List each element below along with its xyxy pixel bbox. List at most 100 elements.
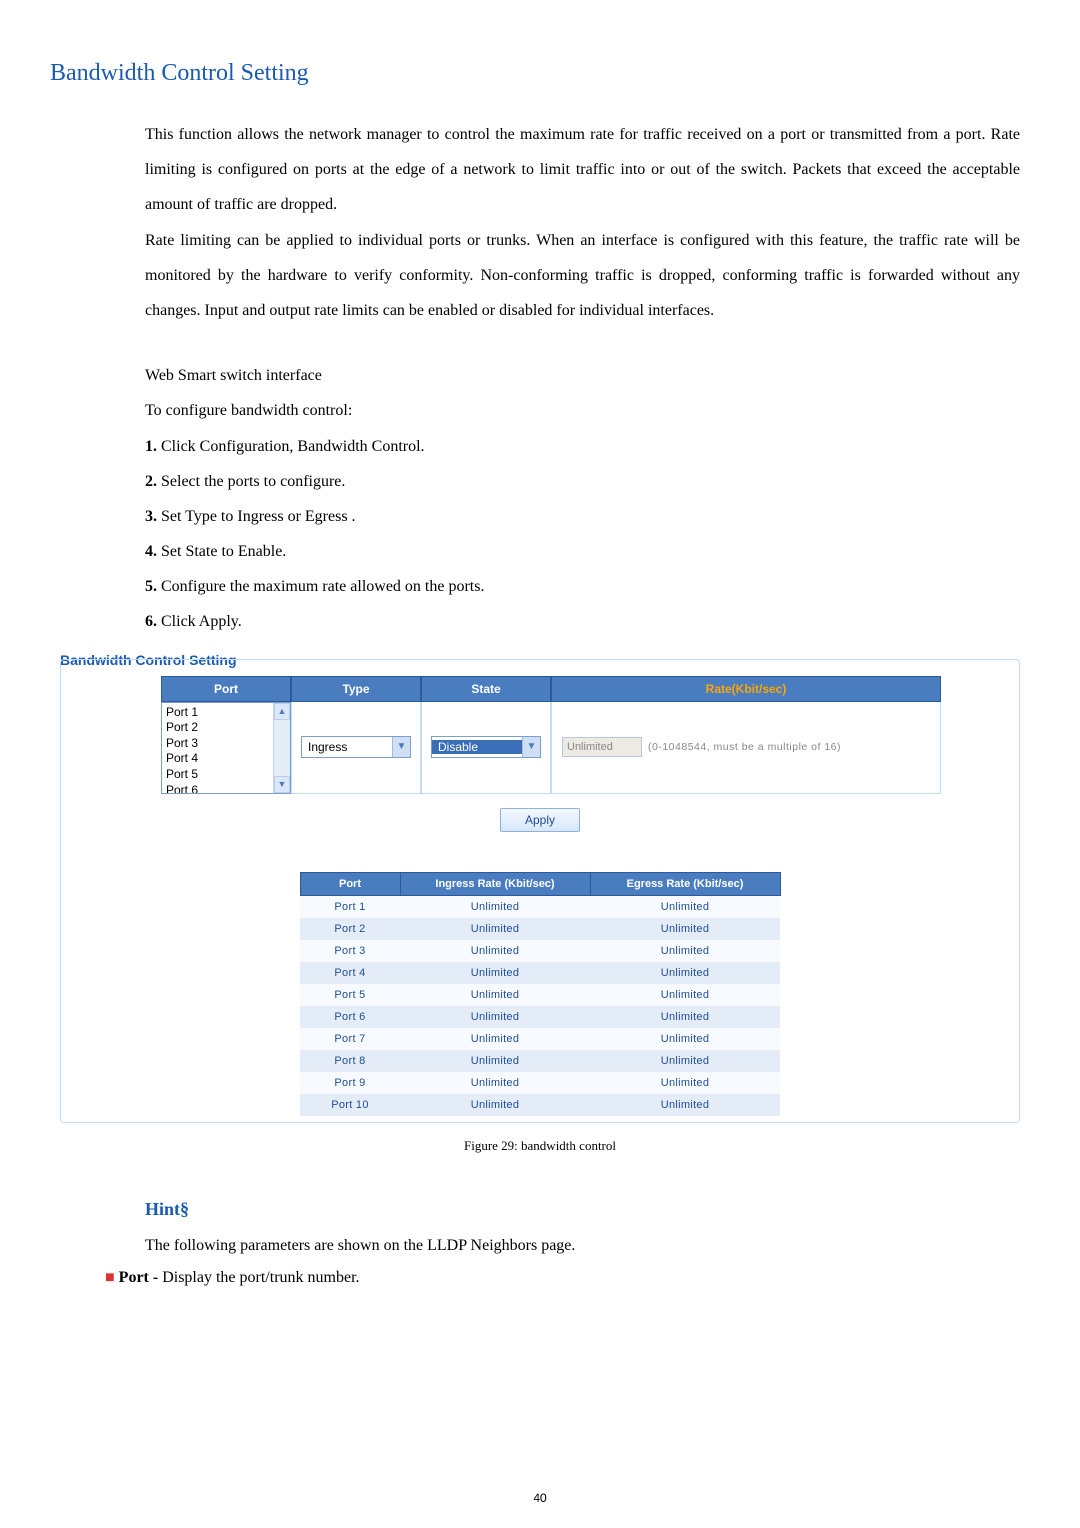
type-select[interactable]: Ingress ▼ [301,736,411,758]
cell-egress: Unlimited [590,895,780,918]
state-select[interactable]: Disable ▼ [431,736,541,758]
header-state: State [421,676,551,702]
cell-egress: Unlimited [590,1006,780,1028]
table-row: Port 5UnlimitedUnlimited [300,984,780,1006]
control-header-row: Port Type State Rate(Kbit/sec) [161,676,1019,702]
step-5-text: Configure the maximum rate allowed on th… [157,578,484,595]
cell-port: Port 10 [300,1094,400,1116]
rate-table-header-port: Port [300,872,400,895]
step-1-text: Click Configuration, Bandwidth Control. [157,438,425,455]
table-row: Port 4UnlimitedUnlimited [300,962,780,984]
step-1: 1. Click Configuration, Bandwidth Contro… [145,429,1020,464]
chevron-down-icon[interactable]: ▼ [392,737,410,757]
state-select-cell: Disable ▼ [421,702,551,794]
scroll-up-icon[interactable]: ▲ [274,703,290,720]
cell-egress: Unlimited [590,1072,780,1094]
port-multiselect[interactable]: Port 1 Port 2 Port 3 Port 4 Port 5 Port … [161,702,291,794]
hint-bullet-label: Port - [119,1269,163,1286]
header-type: Type [291,676,421,702]
cell-port: Port 8 [300,1050,400,1072]
cell-ingress: Unlimited [400,1072,590,1094]
step-4-num: 4. [145,543,157,560]
cell-port: Port 7 [300,1028,400,1050]
web-interface-line: Web Smart switch interface [145,358,1020,393]
figure-caption: Figure 29: bandwidth control [50,1138,1030,1154]
cell-egress: Unlimited [590,940,780,962]
step-1-num: 1. [145,438,157,455]
header-port: Port [161,676,291,702]
step-2-text: Select the ports to configure. [157,473,345,490]
page-number: 40 [0,1491,1080,1506]
cell-egress: Unlimited [590,1094,780,1116]
bandwidth-control-panel: Port Type State Rate(Kbit/sec) Port 1 Po… [60,659,1020,1123]
cell-ingress: Unlimited [400,1028,590,1050]
apply-button[interactable]: Apply [500,808,580,832]
config-intro-line: To configure bandwidth control: [145,393,1020,428]
cell-ingress: Unlimited [400,962,590,984]
cell-port: Port 6 [300,1006,400,1028]
rate-cell: (0-1048544, must be a multiple of 16) [551,702,941,794]
table-row: Port 8UnlimitedUnlimited [300,1050,780,1072]
step-2: 2. Select the ports to configure. [145,464,1020,499]
step-6: 6. Click Apply. [145,604,1020,639]
table-row: Port 10UnlimitedUnlimited [300,1094,780,1116]
control-input-row: Port 1 Port 2 Port 3 Port 4 Port 5 Port … [161,702,1019,794]
paragraph-1: This function allows the network manager… [145,117,1020,223]
cell-ingress: Unlimited [400,1094,590,1116]
port-option[interactable]: Port 1 [166,705,269,721]
cell-egress: Unlimited [590,1050,780,1072]
rate-table-header-ingress: Ingress Rate (Kbit/sec) [400,872,590,895]
cell-ingress: Unlimited [400,895,590,918]
step-2-num: 2. [145,473,157,490]
cell-port: Port 2 [300,918,400,940]
table-row: Port 9UnlimitedUnlimited [300,1072,780,1094]
bullet-icon: ■ [105,1269,115,1286]
cell-ingress: Unlimited [400,1006,590,1028]
step-6-num: 6. [145,613,157,630]
table-row: Port 2UnlimitedUnlimited [300,918,780,940]
hint-paragraph: The following parameters are shown on th… [145,1230,1020,1262]
hint-heading: Hint§ [145,1199,1030,1220]
step-5-num: 5. [145,578,157,595]
scroll-down-icon[interactable]: ▼ [274,776,290,793]
cell-port: Port 9 [300,1072,400,1094]
step-3-num: 3. [145,508,157,525]
rate-table: Port Ingress Rate (Kbit/sec) Egress Rate… [300,872,781,1116]
port-option[interactable]: Port 4 [166,751,269,767]
table-row: Port 3UnlimitedUnlimited [300,940,780,962]
listbox-scrollbar[interactable]: ▲ ▼ [273,703,290,793]
cell-port: Port 4 [300,962,400,984]
cell-ingress: Unlimited [400,940,590,962]
table-row: Port 1UnlimitedUnlimited [300,895,780,918]
cell-egress: Unlimited [590,962,780,984]
cell-port: Port 3 [300,940,400,962]
cell-ingress: Unlimited [400,918,590,940]
header-rate: Rate(Kbit/sec) [551,676,941,702]
rate-table-header-egress: Egress Rate (Kbit/sec) [590,872,780,895]
hint-bullet-text: Display the port/trunk number. [162,1269,359,1286]
cell-ingress: Unlimited [400,984,590,1006]
port-option[interactable]: Port 6 [166,783,269,793]
step-3: 3. Set Type to Ingress or Egress . [145,499,1020,534]
port-list-items[interactable]: Port 1 Port 2 Port 3 Port 4 Port 5 Port … [162,703,273,793]
cell-egress: Unlimited [590,984,780,1006]
cell-ingress: Unlimited [400,1050,590,1072]
step-6-text: Click Apply. [157,613,242,630]
paragraph-2: Rate limiting can be applied to individu… [145,223,1020,329]
port-option[interactable]: Port 5 [166,767,269,783]
port-option[interactable]: Port 3 [166,736,269,752]
step-3-text: Set Type to Ingress or Egress . [157,508,356,525]
port-option[interactable]: Port 2 [166,720,269,736]
type-select-value: Ingress [302,740,392,754]
cell-egress: Unlimited [590,918,780,940]
rate-input[interactable] [562,737,642,757]
cell-port: Port 1 [300,895,400,918]
state-select-value: Disable [432,740,522,754]
page-heading: Bandwidth Control Setting [50,60,1030,87]
rate-table-body: Port 1UnlimitedUnlimited Port 2Unlimited… [300,895,780,1116]
chevron-down-icon[interactable]: ▼ [522,737,540,757]
table-row: Port 7UnlimitedUnlimited [300,1028,780,1050]
cell-port: Port 5 [300,984,400,1006]
rate-hint-text: (0-1048544, must be a multiple of 16) [648,741,841,753]
table-row: Port 6UnlimitedUnlimited [300,1006,780,1028]
